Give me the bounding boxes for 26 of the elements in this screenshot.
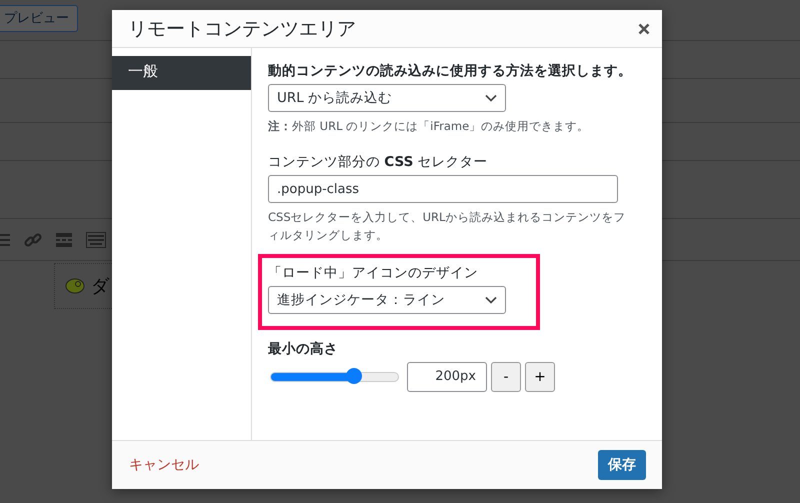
keyboard-icon[interactable] <box>86 232 106 248</box>
close-icon[interactable] <box>638 22 650 34</box>
link-icon[interactable] <box>24 230 42 248</box>
save-button[interactable]: 保存 <box>598 450 646 480</box>
help-text: CSSセレクターを入力して、URLから読み込まれるコンテンツをフィルタリングします。 <box>268 209 626 244</box>
step-button[interactable]: - <box>491 362 521 392</box>
plugin-icon <box>65 278 85 294</box>
sidebar-tab[interactable]: 一般 <box>112 56 251 90</box>
number-field[interactable]: 200px <box>407 362 487 392</box>
list-icon[interactable] <box>0 232 10 246</box>
cancel-link[interactable]: キャンセル <box>129 456 199 474</box>
field-label: 最小の高さ <box>268 340 338 358</box>
field-label: 動的コンテンツの読み込みに使用する方法を選択します。 <box>268 62 632 80</box>
select-dropdown[interactable]: URL から読み込む <box>268 84 506 112</box>
dialog-title: リモートコンテンツエリア <box>128 16 356 42</box>
chevron-down-icon <box>485 296 497 304</box>
step-button[interactable]: + <box>525 362 555 392</box>
field-label: 「ロード中」アイコンのデザイン <box>268 264 478 282</box>
input-field[interactable]: .popup-class <box>268 175 618 204</box>
select-dropdown[interactable]: 進捗インジケータ：ライン <box>268 286 506 314</box>
slider-thumb[interactable] <box>346 368 362 384</box>
chevron-down-icon <box>485 94 497 102</box>
help-text: 注：外部 URL のリンクには「iFrame」のみ使用できます。 <box>268 118 590 135</box>
field-label: コンテンツ部分の CSS セレクター <box>268 153 488 172</box>
shortcode-text: ダ <box>91 275 109 298</box>
read-more-icon[interactable] <box>56 232 72 246</box>
